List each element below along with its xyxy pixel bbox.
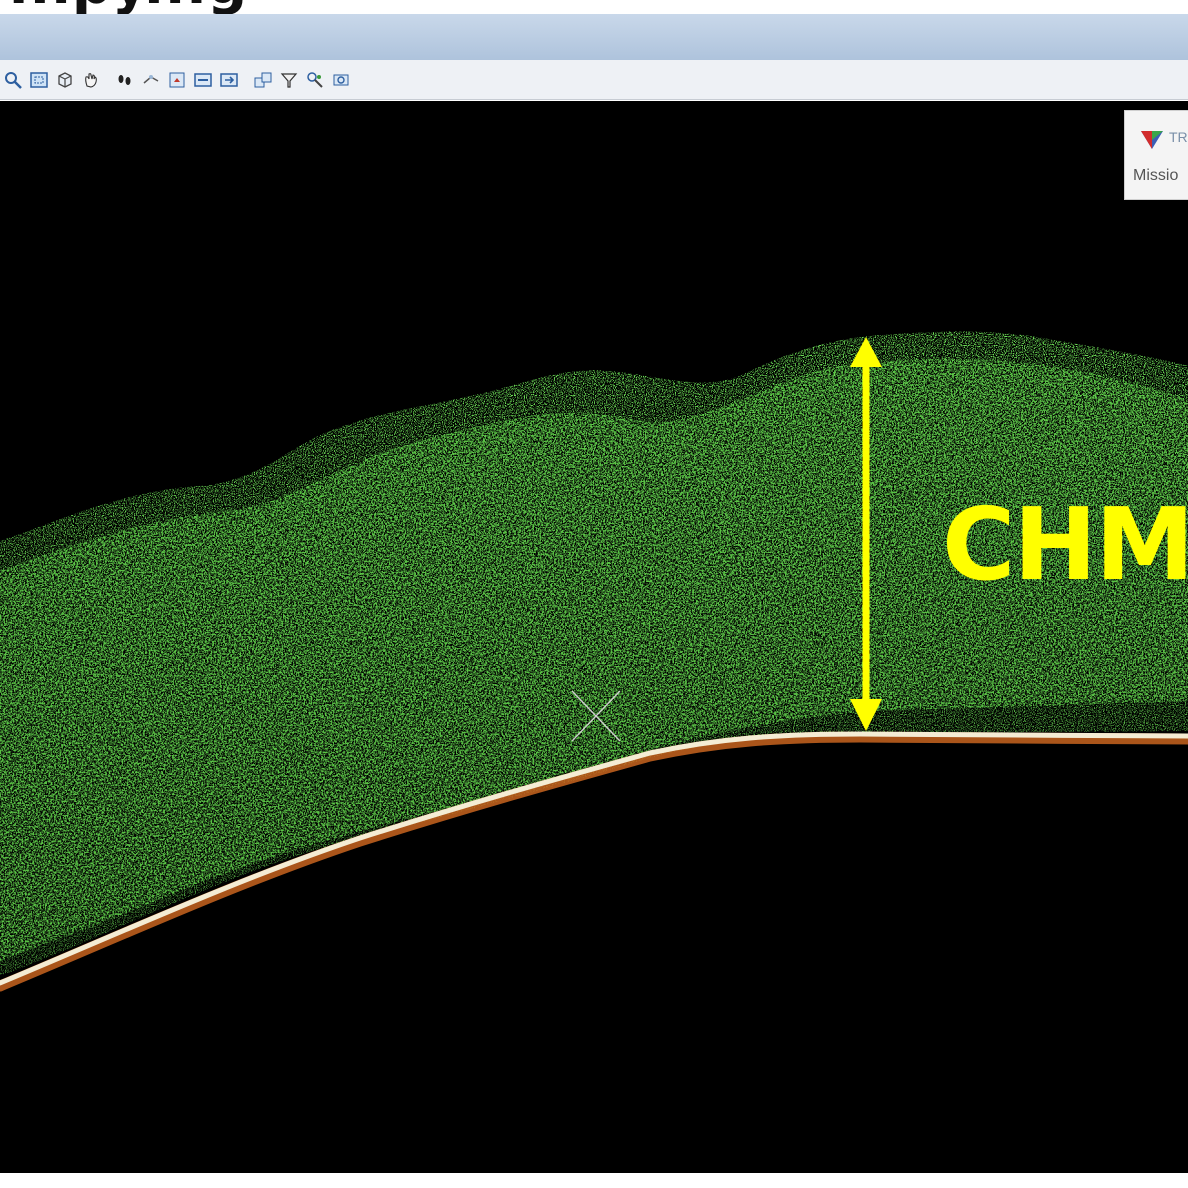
cube-view-icon[interactable] [54, 69, 76, 91]
app-logo-icon [1141, 131, 1163, 149]
measure-icon[interactable] [140, 69, 162, 91]
select-icon[interactable] [166, 69, 188, 91]
settings-icon[interactable] [330, 69, 352, 91]
slide-title: ...py...g [8, 0, 247, 14]
section-icon[interactable] [252, 69, 274, 91]
chm-label: CHM [942, 486, 1188, 603]
viewer-toolbar [0, 60, 1188, 100]
classify-icon[interactable] [304, 69, 326, 91]
fit-view-icon[interactable] [28, 69, 50, 91]
layer-icon[interactable] [192, 69, 214, 91]
window-title-bar [0, 14, 1188, 60]
pan-hand-icon[interactable] [80, 69, 102, 91]
canopy-points-dense [0, 359, 1188, 961]
popup-app-name: TR [1169, 129, 1188, 145]
point-cloud-scene [0, 331, 1188, 992]
bottom-margin [0, 1173, 1188, 1188]
zoom-icon[interactable] [2, 69, 24, 91]
info-popup[interactable]: TR Missio [1124, 110, 1188, 200]
popup-text: Missio [1133, 167, 1179, 184]
filter-icon[interactable] [278, 69, 300, 91]
layer-next-icon[interactable] [218, 69, 240, 91]
point-cloud-viewport[interactable]: CHM [0, 101, 1188, 1173]
walk-icon[interactable] [114, 69, 136, 91]
